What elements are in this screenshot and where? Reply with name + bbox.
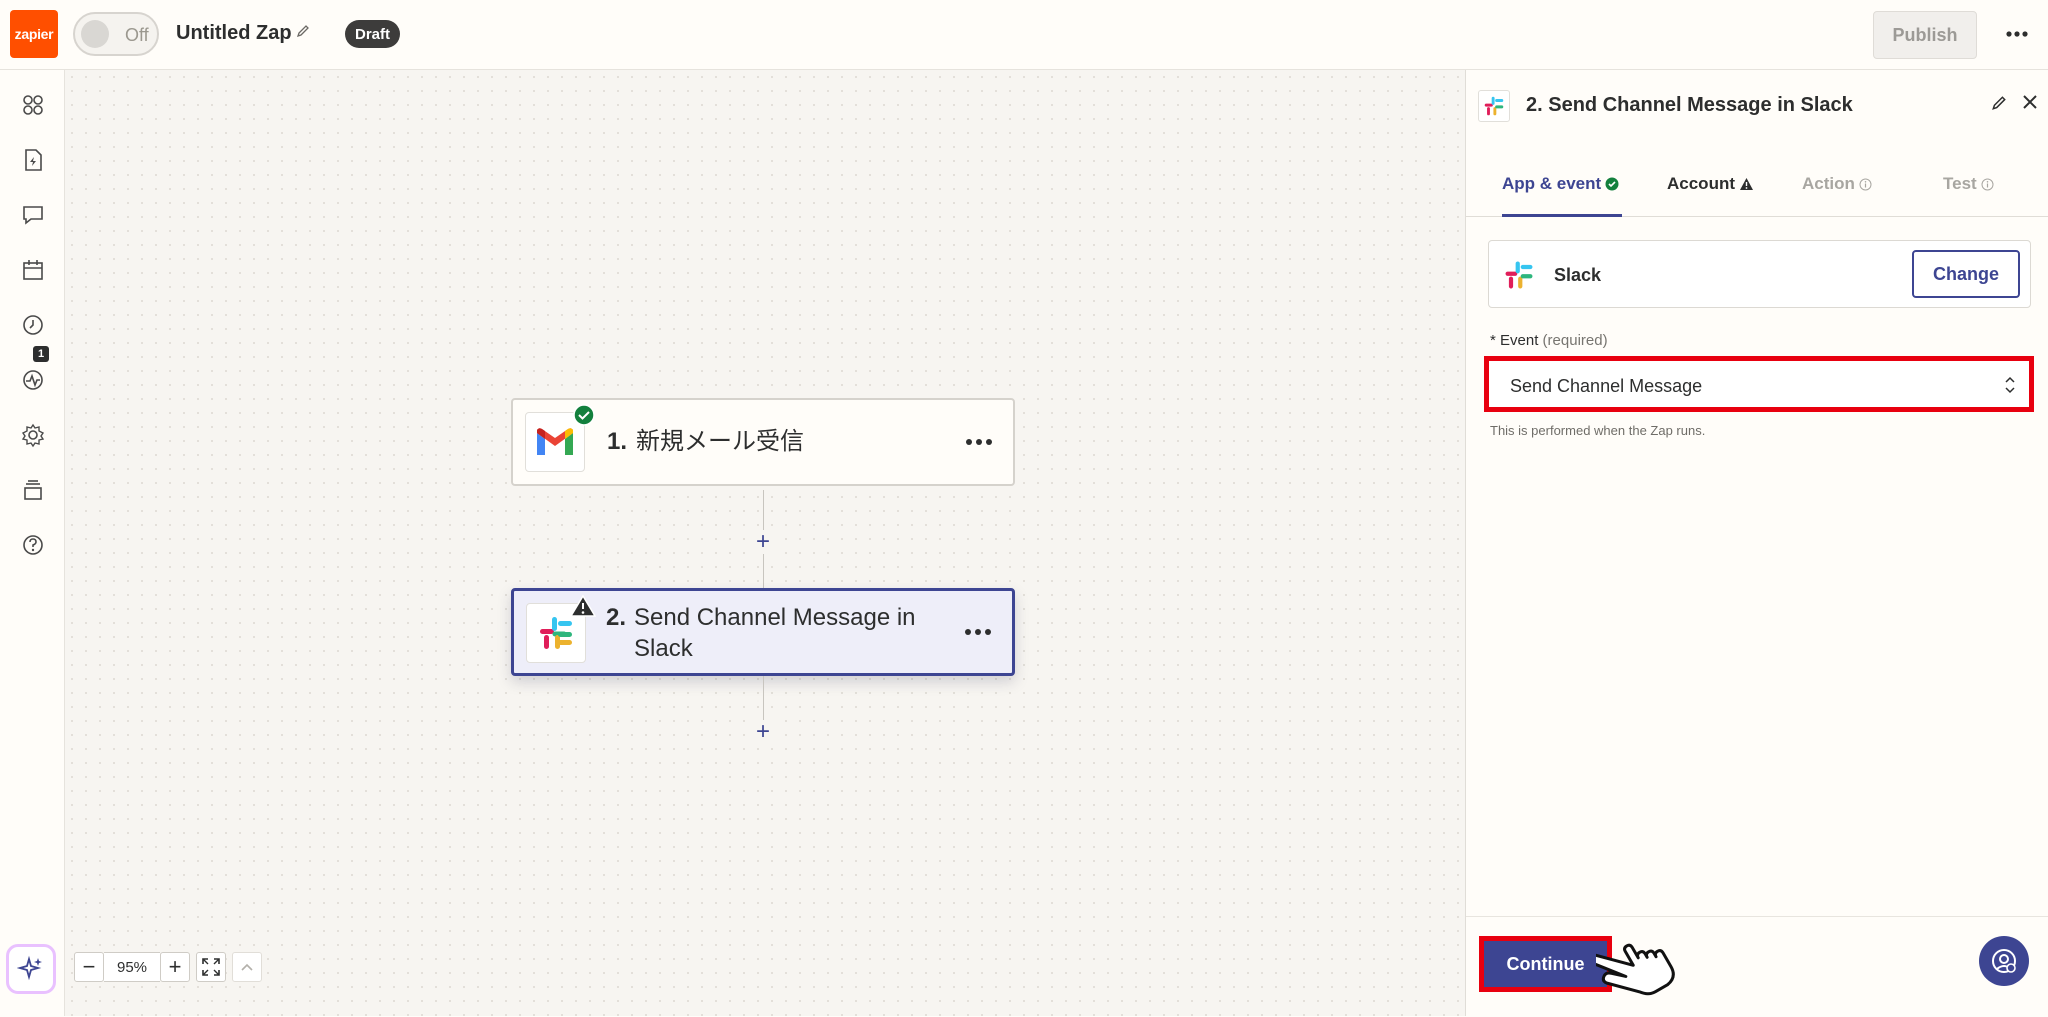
- zap-title[interactable]: Untitled Zap: [176, 22, 292, 45]
- step-number: 2.: [606, 604, 627, 631]
- continue-button[interactable]: Continue: [1479, 936, 1612, 992]
- notification-badge: 1: [33, 346, 49, 362]
- chat-icon[interactable]: [20, 202, 46, 228]
- history-icon[interactable]: [20, 312, 46, 338]
- tab-action[interactable]: Action: [1802, 174, 1872, 216]
- more-options-icon[interactable]: [1999, 24, 2035, 44]
- slack-app-icon: [1505, 261, 1533, 289]
- support-icon: [1992, 949, 2016, 973]
- pencil-icon[interactable]: [296, 24, 310, 38]
- zoom-in-button[interactable]: +: [160, 952, 190, 982]
- step-card-gmail-trigger[interactable]: 1. 新規メール受信: [511, 398, 1015, 486]
- zoom-out-button[interactable]: −: [74, 952, 104, 982]
- panel-tabs: App & event Account Action Test: [1466, 174, 2048, 217]
- tab-label: App & event: [1502, 174, 1602, 193]
- calendar-icon[interactable]: [20, 257, 46, 283]
- step-title-line1: Send Channel Message in: [634, 604, 916, 631]
- close-icon[interactable]: [2021, 93, 2039, 111]
- tab-app-event[interactable]: App & event: [1502, 174, 1622, 217]
- activity-icon[interactable]: [20, 367, 46, 393]
- apps-grid-icon[interactable]: [20, 92, 46, 118]
- step-title: 新規メール受信: [636, 428, 804, 455]
- check-status-icon: [573, 404, 595, 426]
- step-more-icon[interactable]: [964, 628, 992, 636]
- edit-title-icon[interactable]: [1991, 95, 2007, 111]
- help-icon[interactable]: [20, 532, 46, 558]
- step-number: 1.: [607, 428, 628, 455]
- draft-badge: Draft: [345, 20, 401, 48]
- step-more-icon[interactable]: [965, 438, 993, 446]
- info-icon: [1981, 178, 1994, 191]
- zap-file-icon[interactable]: [20, 147, 46, 173]
- event-select-value: Send Channel Message: [1510, 376, 1703, 396]
- publish-button[interactable]: Publish: [1873, 11, 1977, 59]
- required-label: (required): [1542, 332, 1608, 349]
- app-name: Slack: [1554, 265, 1602, 285]
- left-sidebar: 1: [0, 70, 65, 1016]
- tab-test[interactable]: Test: [1943, 174, 1994, 216]
- tab-label: Account: [1667, 174, 1735, 193]
- toggle-knob: [81, 20, 109, 48]
- zap-on-off-toggle[interactable]: Off: [73, 12, 159, 56]
- add-step-button[interactable]: +: [751, 530, 775, 554]
- minimap-toggle-button[interactable]: [232, 952, 262, 982]
- event-label-text: * Event: [1490, 332, 1539, 349]
- top-bar: zapier Off Untitled Zap Draft Publish: [0, 0, 2048, 70]
- sparkle-icon: [17, 955, 42, 981]
- add-step-button[interactable]: +: [751, 720, 775, 744]
- event-select[interactable]: Send Channel Message: [1484, 356, 2034, 412]
- select-arrows-icon: [2005, 376, 2015, 394]
- workflow-canvas[interactable]: 1. 新規メール受信 + 2. Send Channel Message in …: [65, 70, 1465, 1016]
- hand-cursor-icon: [1596, 943, 1675, 996]
- warning-status-icon: [570, 595, 596, 617]
- info-icon: [1859, 178, 1872, 191]
- fit-to-screen-button[interactable]: [196, 952, 226, 982]
- step-card-slack-action[interactable]: 2. Send Channel Message in Slack: [511, 588, 1015, 676]
- panel-header: 2. Send Channel Message in Slack: [1466, 70, 2048, 140]
- change-app-button[interactable]: Change: [1912, 250, 2020, 298]
- layers-icon[interactable]: [20, 477, 46, 503]
- support-chat-button[interactable]: [1979, 936, 2029, 986]
- warning-icon: [1740, 178, 1753, 190]
- tab-account[interactable]: Account: [1667, 174, 1754, 216]
- zapier-logo[interactable]: zapier: [10, 10, 58, 58]
- tab-label: Action: [1802, 174, 1855, 193]
- settings-icon[interactable]: [20, 422, 46, 448]
- slack-app-icon: [1478, 90, 1510, 122]
- panel-title: 2. Send Channel Message in Slack: [1526, 94, 1853, 116]
- toggle-label: Off: [125, 25, 149, 45]
- chevron-up-icon: [241, 963, 253, 971]
- event-help-text: This is performed when the Zap runs.: [1490, 423, 1706, 438]
- zoom-level: 95%: [104, 952, 160, 982]
- tab-label: Test: [1943, 174, 1977, 193]
- selected-app-box: Slack Change: [1488, 240, 2031, 308]
- step-title-line2: Slack: [634, 635, 693, 662]
- step-editor-panel: 2. Send Channel Message in Slack App & e…: [1465, 70, 2048, 1016]
- fit-screen-icon: [202, 958, 220, 976]
- event-field-label: * Event (required): [1490, 332, 1608, 349]
- check-circle-icon: [1605, 177, 1619, 191]
- ai-assistant-button[interactable]: [6, 944, 56, 994]
